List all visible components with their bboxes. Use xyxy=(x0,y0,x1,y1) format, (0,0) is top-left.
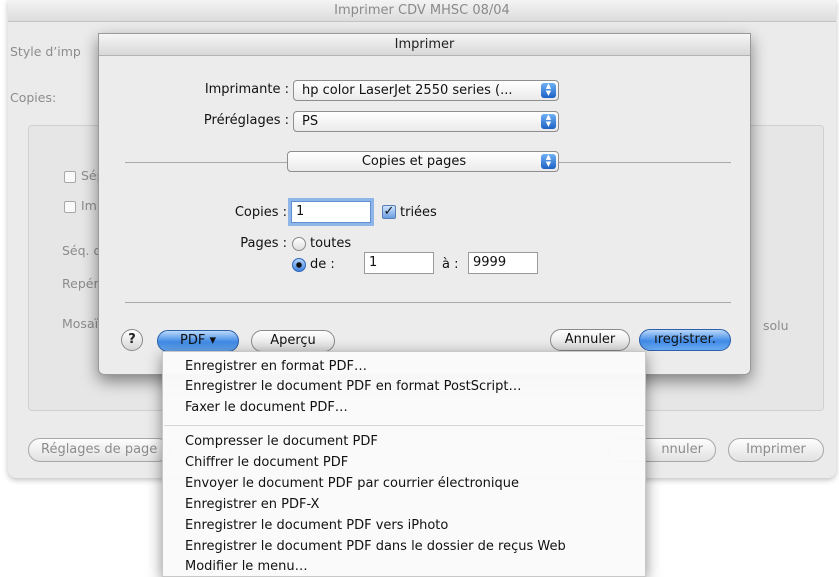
copies-field[interactable]: 1 xyxy=(291,201,371,223)
menu-item-save-pdf-x[interactable]: Enregistrer en PDF-X xyxy=(163,495,645,515)
bottom-separator xyxy=(125,302,731,303)
presets-value: PS xyxy=(302,114,319,129)
menu-separator xyxy=(164,425,644,426)
bg-checkbox-2-label: Im xyxy=(81,198,97,213)
bg-marks-label: Repér xyxy=(62,276,99,291)
menu-item-edit-menu[interactable]: Modifier le menu… xyxy=(163,557,645,577)
menu-item-save-as-pdf[interactable]: Enregistrer en format PDF… xyxy=(163,357,645,377)
menu-item-save-as-postscript[interactable]: Enregistrer le document PDF en format Po… xyxy=(163,377,645,397)
preview-button[interactable]: Aperçu xyxy=(251,330,335,352)
copies-label: Copies : xyxy=(234,205,287,220)
pages-to-label: à : xyxy=(442,257,459,272)
printer-label: Imprimante : xyxy=(204,82,289,97)
pages-all-radio[interactable] xyxy=(292,237,306,251)
presets-label: Préréglages : xyxy=(203,113,289,128)
cancel-button[interactable]: Annuler xyxy=(550,329,630,351)
presets-popup[interactable]: PS ▲ ▼ xyxy=(293,111,559,132)
pages-range-radio[interactable] xyxy=(292,258,306,272)
question-mark-icon: ? xyxy=(128,332,136,347)
help-button[interactable]: ? xyxy=(121,329,143,351)
menu-item-mail-pdf[interactable]: Envoyer le document PDF par courrier éle… xyxy=(163,474,645,494)
bg-style-label: Style d’imp xyxy=(10,44,81,59)
save-button[interactable]: ıregistrer. xyxy=(639,329,731,351)
bg-print-button[interactable]: Imprimer xyxy=(728,438,824,462)
checkmark-icon: ✓ xyxy=(383,204,395,219)
bg-mosaic-label: Mosaï xyxy=(62,316,99,331)
collated-checkbox[interactable]: ✓ xyxy=(382,205,396,219)
printer-value: hp color LaserJet 2550 series (... xyxy=(302,83,513,98)
collated-label: triées xyxy=(400,205,437,220)
menu-item-encrypt-pdf[interactable]: Chiffrer le document PDF xyxy=(163,453,645,473)
menu-item-save-to-web-receipts[interactable]: Enregistrer le document PDF dans le doss… xyxy=(163,537,645,557)
page-setup-button[interactable]: Réglages de page xyxy=(28,438,171,462)
pdf-button[interactable]: PDF ▾ xyxy=(157,330,239,352)
up-down-arrows-icon: ▲ ▼ xyxy=(541,83,556,98)
panel-value: Copies et pages xyxy=(361,154,467,169)
printer-popup[interactable]: hp color LaserJet 2550 series (... ▲ ▼ xyxy=(293,80,559,101)
panel-popup[interactable]: Copies et pages ▲ ▼ xyxy=(287,151,559,172)
print-dialog: Imprimer Imprimante : hp color LaserJet … xyxy=(98,33,751,375)
background-window-title: Imprimer CDV MHSC 08/04 xyxy=(8,0,836,22)
up-down-arrows-icon: ▲ ▼ xyxy=(541,154,556,169)
pages-to-field[interactable]: 9999 xyxy=(468,252,538,274)
panel-separator-right xyxy=(559,162,731,163)
bg-resolution-fragment: solu xyxy=(763,318,789,333)
pdf-menu: Enregistrer en format PDF… Enregistrer l… xyxy=(162,351,646,577)
menu-item-fax-pdf[interactable]: Faxer le document PDF… xyxy=(163,398,645,418)
panel-separator-left xyxy=(125,162,287,163)
pages-from-label: de : xyxy=(310,257,335,272)
bg-sequence-label: Séq. d xyxy=(62,243,102,258)
pages-from-field[interactable]: 1 xyxy=(364,252,434,274)
menu-item-compress-pdf[interactable]: Compresser le document PDF xyxy=(163,432,645,452)
bg-copies-label: Copies: xyxy=(10,90,57,105)
bg-checkbox-2[interactable] xyxy=(64,201,76,213)
pages-label: Pages : xyxy=(240,236,287,251)
print-dialog-title: Imprimer xyxy=(99,34,750,56)
pages-all-label: toutes xyxy=(310,236,352,251)
bg-checkbox-1[interactable] xyxy=(64,171,76,183)
menu-item-save-to-iphoto[interactable]: Enregistrer le document PDF vers iPhoto xyxy=(163,516,645,536)
up-down-arrows-icon: ▲ ▼ xyxy=(541,114,556,129)
